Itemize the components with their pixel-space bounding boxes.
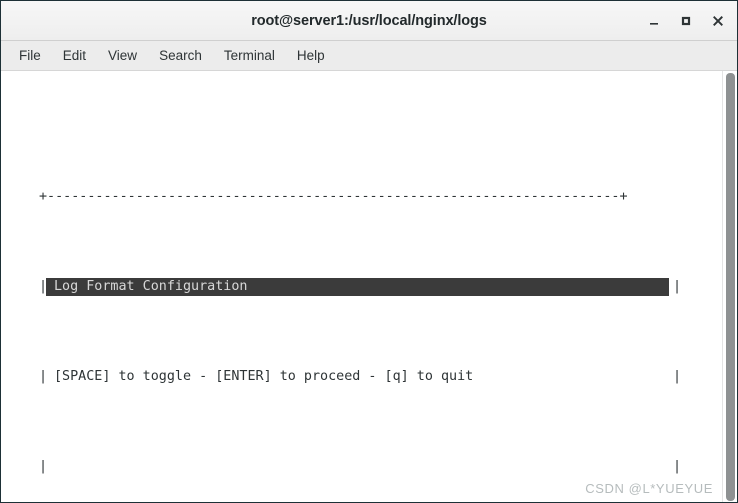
- menu-item-view[interactable]: View: [98, 44, 147, 67]
- terminal-screen[interactable]: +---------------------------------------…: [1, 71, 737, 502]
- dialog-top-border: +---------------------------------------…: [39, 188, 628, 206]
- window-title: root@server1:/usr/local/nginx/logs: [251, 12, 487, 29]
- menu-item-terminal[interactable]: Terminal: [214, 44, 285, 67]
- vertical-scrollbar[interactable]: [722, 71, 737, 502]
- dialog-title: Log Format Configuration: [46, 278, 669, 296]
- border-left-char: |: [39, 459, 48, 474]
- maximize-icon: [681, 16, 691, 25]
- window-titlebar[interactable]: root@server1:/usr/local/nginx/logs: [1, 1, 737, 41]
- minimize-button[interactable]: [639, 7, 669, 35]
- dialog-hint: [SPACE] to toggle - [ENTER] to proceed -…: [54, 369, 474, 384]
- goaccess-dialog: +---------------------------------------…: [39, 116, 681, 502]
- border-right-char: |: [673, 279, 682, 294]
- window-controls: [639, 1, 733, 40]
- dialog-hint-row: | [SPACE] to toggle - [ENTER] to proceed…: [39, 368, 681, 386]
- watermark: CSDN @L*YUEYUE: [585, 481, 713, 496]
- menubar: File Edit View Search Terminal Help: [1, 41, 737, 71]
- menu-item-search[interactable]: Search: [149, 44, 212, 67]
- menu-item-file[interactable]: File: [9, 44, 51, 67]
- terminal-content: +---------------------------------------…: [1, 71, 722, 502]
- dialog-blank-row: | |: [39, 458, 681, 476]
- maximize-button[interactable]: [671, 7, 701, 35]
- menu-item-edit[interactable]: Edit: [53, 44, 96, 67]
- minimize-icon: [650, 22, 658, 25]
- terminal-window: root@server1:/usr/local/nginx/logs File …: [0, 0, 738, 503]
- border-left-char: |: [39, 369, 48, 384]
- dialog-top-border-text: +---------------------------------------…: [39, 189, 628, 204]
- scrollbar-thumb[interactable]: [726, 73, 735, 501]
- dialog-title-row: | Log Format Configuration |: [39, 278, 681, 296]
- border-right-char: |: [673, 459, 682, 474]
- close-icon: [713, 15, 723, 26]
- menu-item-help[interactable]: Help: [287, 44, 335, 67]
- close-button[interactable]: [703, 7, 733, 35]
- border-right-char: |: [673, 369, 682, 384]
